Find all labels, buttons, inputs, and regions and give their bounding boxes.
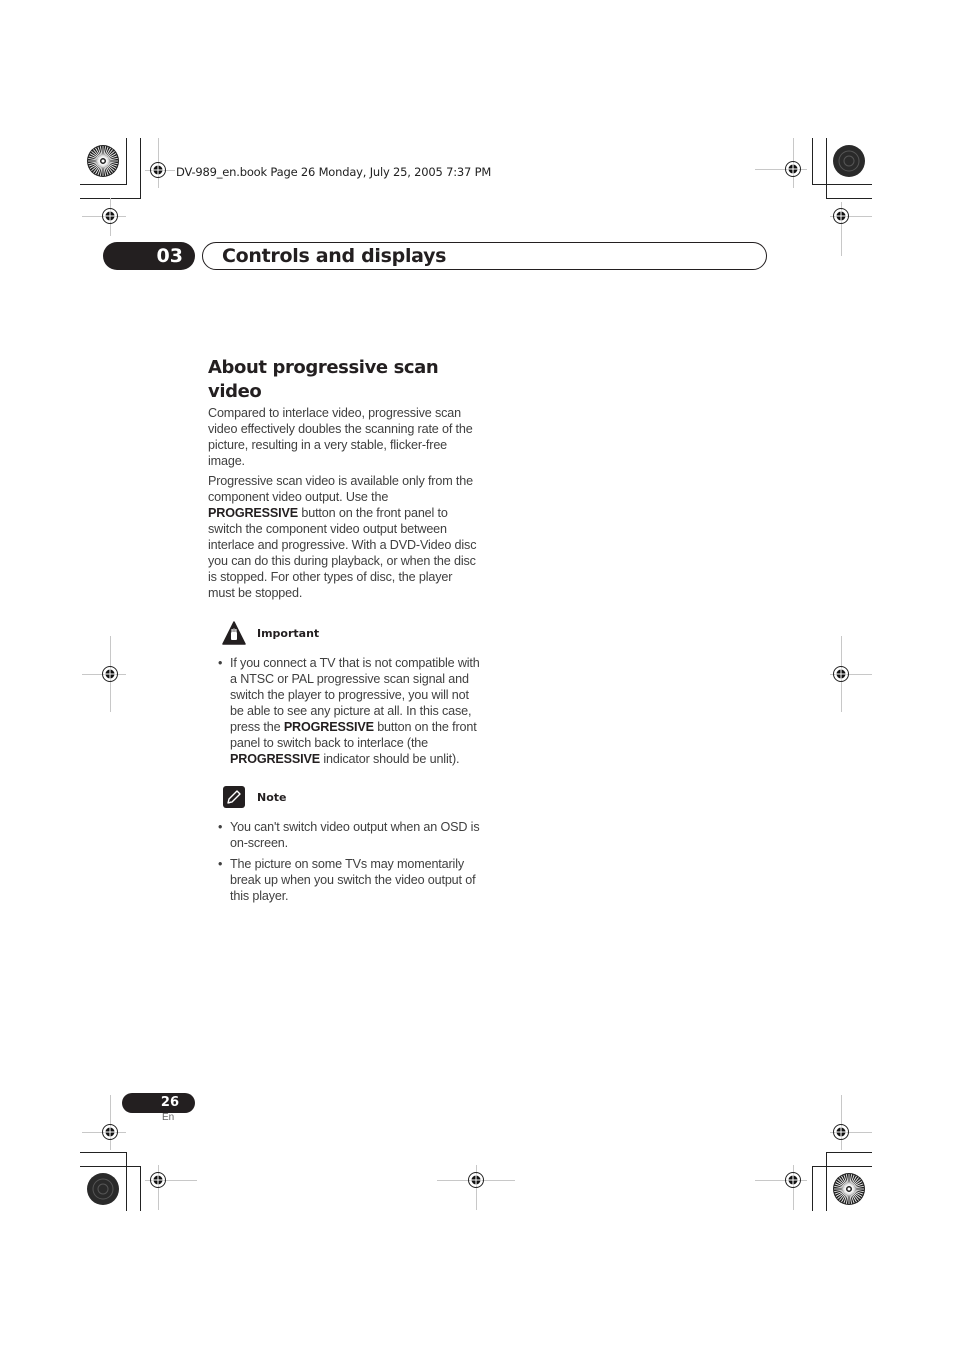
crop-mark <box>826 1152 827 1211</box>
main-column: About progressive scan video Compared to… <box>208 356 480 909</box>
registration-mark-icon <box>785 1172 801 1188</box>
important-callout: Important <box>222 621 480 645</box>
chapter-title: Controls and displays <box>222 245 447 267</box>
print-file-info: DV-989_en.book Page 26 Monday, July 25, … <box>176 165 492 179</box>
button-name: PROGRESSIVE <box>283 720 374 734</box>
registration-mark-icon <box>102 666 118 682</box>
registration-mark-icon <box>785 161 801 177</box>
section-title: About progressive scan video <box>208 357 439 402</box>
crop-mark <box>812 184 872 185</box>
note-pencil-icon <box>223 786 245 808</box>
crop-mark <box>140 138 141 198</box>
registration-mark-icon <box>833 666 849 682</box>
registration-mark-icon <box>833 208 849 224</box>
crop-mark <box>812 138 813 185</box>
color-bar-starburst-icon <box>87 145 119 177</box>
body-paragraph: Compared to interlace video, progressive… <box>208 406 473 468</box>
button-name: PROGRESSIVE <box>208 506 299 520</box>
crop-mark <box>826 198 872 199</box>
list-item: The picture on some TVs may momentarily … <box>208 856 480 904</box>
list-item: If you connect a TV that is not compatib… <box>208 655 480 767</box>
color-bar-starburst-icon <box>87 1173 119 1205</box>
body-paragraph: Progressive scan video is available only… <box>208 474 477 600</box>
crop-mark <box>80 1152 127 1153</box>
registration-mark-icon <box>150 162 166 178</box>
crop-mark <box>140 1166 141 1211</box>
crop-mark <box>126 1152 127 1211</box>
registration-mark-icon <box>150 1172 166 1188</box>
registration-mark-icon <box>102 1124 118 1140</box>
important-hand-icon <box>222 621 246 645</box>
crop-mark <box>826 138 827 199</box>
registration-mark-icon <box>468 1172 484 1188</box>
crop-mark <box>126 138 127 185</box>
important-list: If you connect a TV that is not compatib… <box>208 655 480 767</box>
crop-mark <box>812 1166 872 1167</box>
note-list: You can't switch video output when an OS… <box>208 819 480 904</box>
color-bar-starburst-icon <box>833 1173 865 1205</box>
list-item: You can't switch video output when an OS… <box>208 819 480 851</box>
registration-mark-icon <box>102 208 118 224</box>
registration-mark-icon <box>833 1124 849 1140</box>
note-callout: Note <box>222 785 480 809</box>
crop-mark <box>812 1166 813 1211</box>
crop-mark <box>826 1152 872 1153</box>
crop-mark <box>80 1166 141 1167</box>
page-number-badge: 26 <box>122 1093 195 1113</box>
chapter-number-badge: 03 <box>103 242 195 270</box>
indicator-name: PROGRESSIVE <box>230 752 321 766</box>
note-label: Note <box>257 790 287 804</box>
color-bar-starburst-icon <box>833 145 865 177</box>
important-label: Important <box>257 626 320 640</box>
page-language: En <box>162 1112 175 1123</box>
crop-mark <box>80 184 127 185</box>
